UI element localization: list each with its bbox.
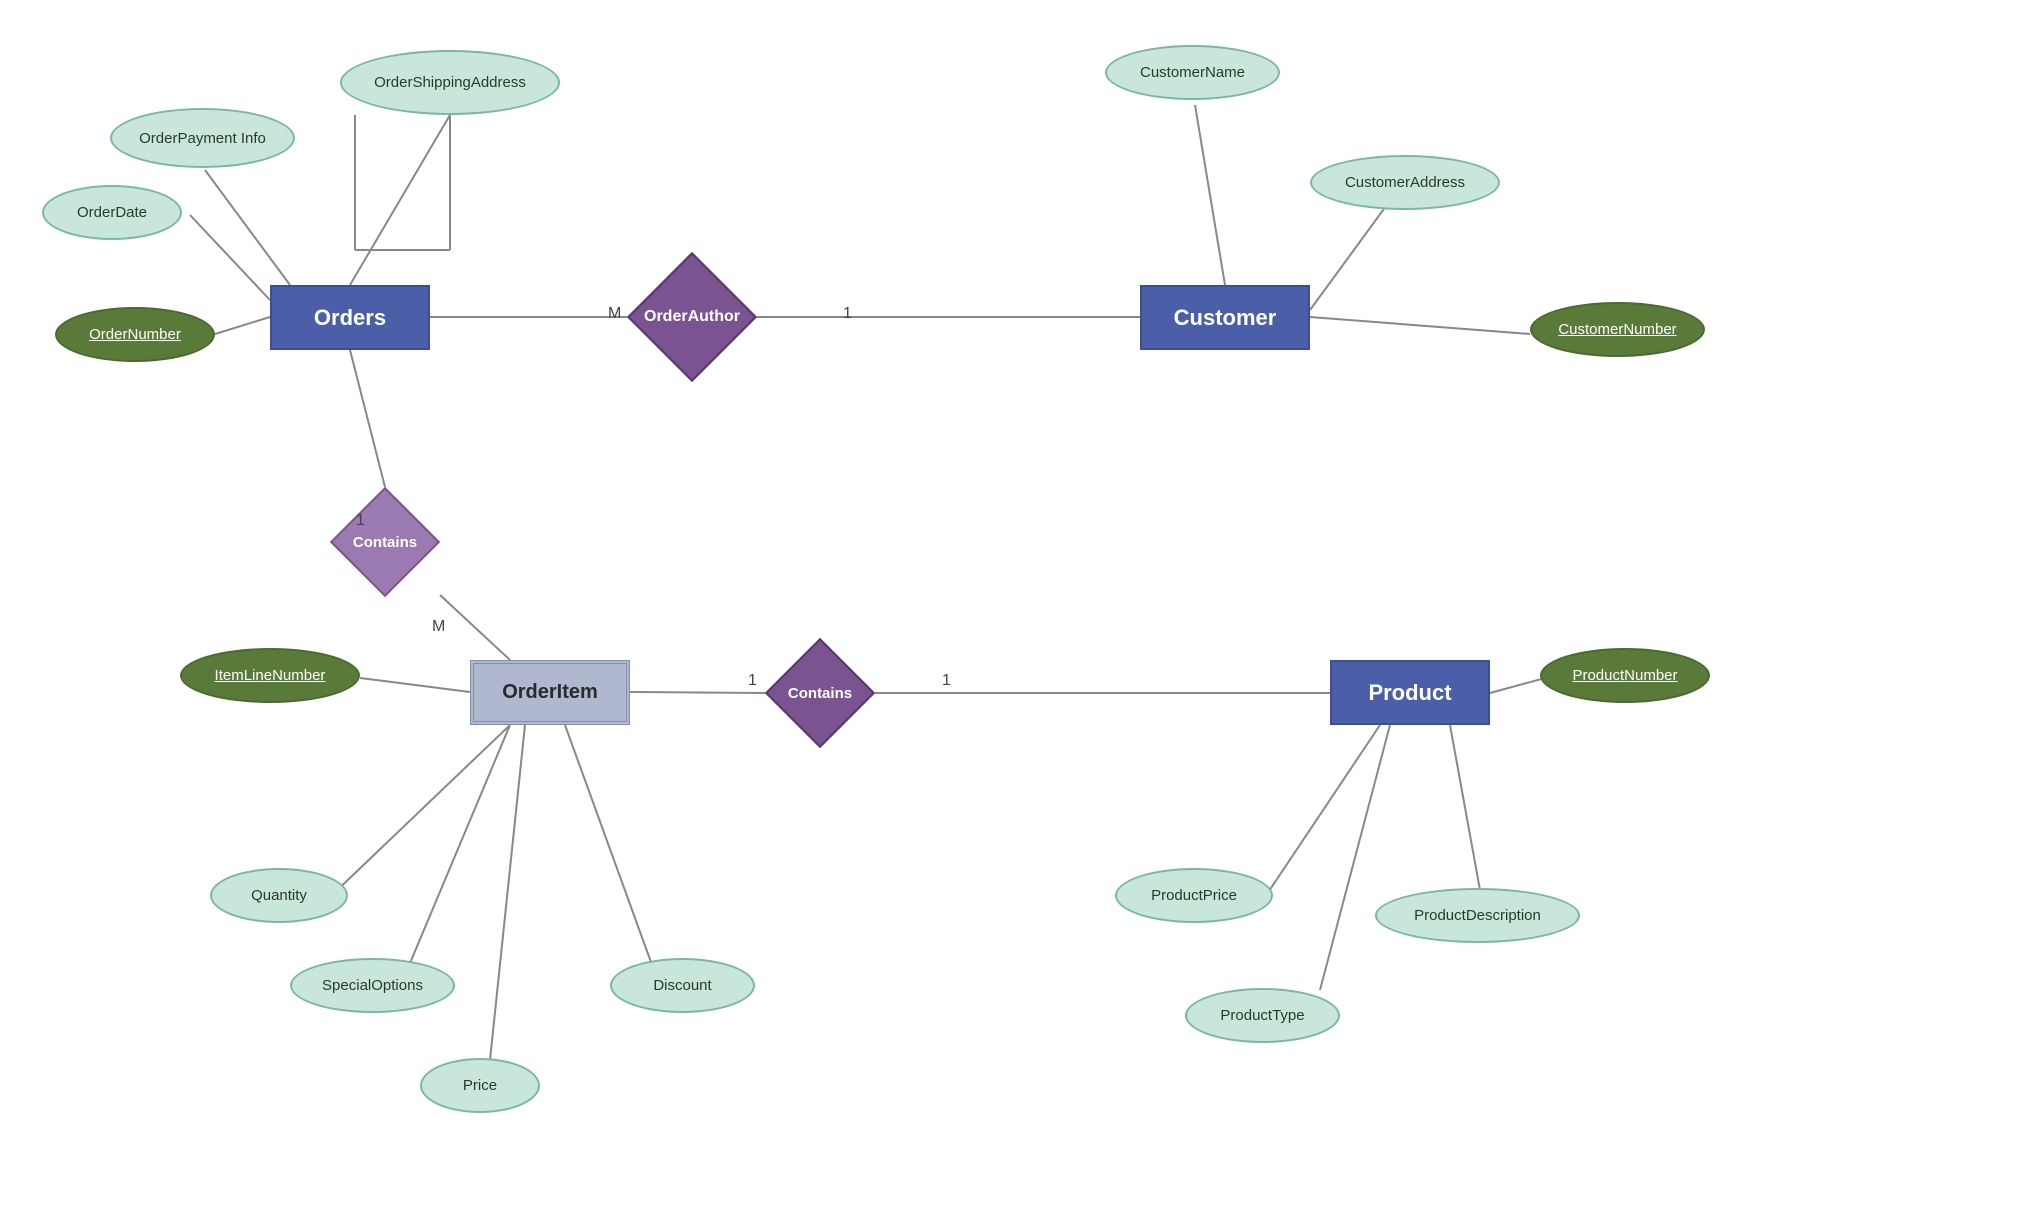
cardinality-m2: M (432, 618, 445, 636)
attr-discount: Discount (610, 958, 755, 1013)
entity-orders: Orders (270, 285, 430, 350)
cardinality-m1: M (608, 305, 621, 323)
attr-quantity: Quantity (210, 868, 348, 923)
attr-productnumber: ProductNumber (1540, 648, 1710, 703)
attr-specialoptions: SpecialOptions (290, 958, 455, 1013)
attr-ordernumber: OrderNumber (55, 307, 215, 362)
cardinality-1a: 1 (843, 305, 852, 323)
attr-ordershippingaddress: OrderShippingAddress (340, 50, 560, 115)
er-diagram: Orders Customer OrderItem Product OrderA… (0, 0, 2036, 1216)
attr-price: Price (420, 1058, 540, 1113)
relationship-contains1: Contains (330, 487, 440, 597)
relationship-orderauthor: OrderAuthor (627, 252, 757, 382)
attr-productprice: ProductPrice (1115, 868, 1273, 923)
cardinality-1d: 1 (942, 672, 951, 690)
attr-customernumber: CustomerNumber (1530, 302, 1705, 357)
attr-customername: CustomerName (1105, 45, 1280, 100)
cardinality-1b: 1 (356, 512, 365, 530)
attr-itemlinenumber: ItemLineNumber (180, 648, 360, 703)
entity-customer: Customer (1140, 285, 1310, 350)
relationship-contains2: Contains (765, 638, 875, 748)
connection-lines (0, 0, 2036, 1216)
attr-orderdate: OrderDate (42, 185, 182, 240)
attr-productdescription: ProductDescription (1375, 888, 1580, 943)
attr-orderpaymentinfo: OrderPayment Info (110, 108, 295, 168)
attr-producttype: ProductType (1185, 988, 1340, 1043)
cardinality-1c: 1 (748, 672, 757, 690)
entity-product: Product (1330, 660, 1490, 725)
attr-customeraddress: CustomerAddress (1310, 155, 1500, 210)
entity-orderitem: OrderItem (470, 660, 630, 725)
